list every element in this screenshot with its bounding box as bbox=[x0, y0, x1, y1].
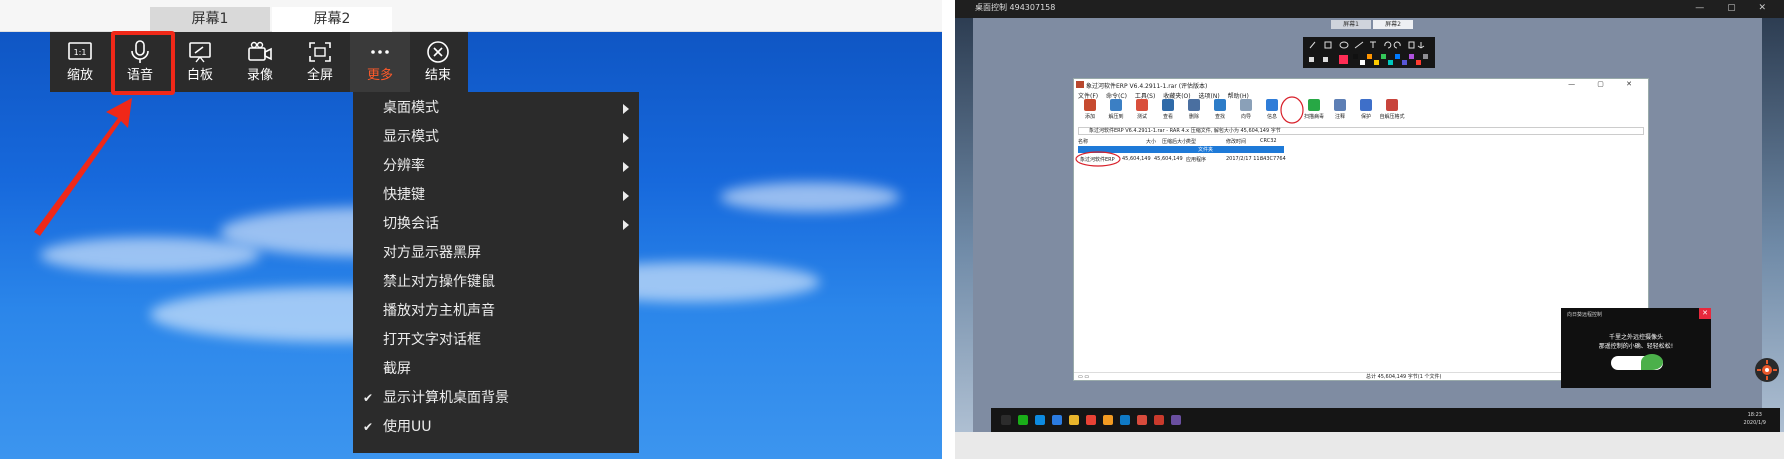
window-bottom-margin bbox=[955, 432, 1784, 459]
menu-item-play-remote-sound[interactable]: 播放对方主机声音 bbox=[353, 297, 639, 326]
taskbar-app-icon[interactable] bbox=[1171, 415, 1181, 425]
window-title: 桌面控制 494307158 bbox=[975, 3, 1056, 12]
submenu-arrow-icon bbox=[623, 133, 629, 143]
taskbar-app-icon[interactable] bbox=[1154, 415, 1164, 425]
more-dots-icon bbox=[371, 50, 389, 54]
record-button[interactable]: 录像 bbox=[230, 32, 290, 92]
menu-item-display-mode[interactable]: 显示模式 bbox=[353, 123, 639, 152]
menu-item-resolution[interactable]: 分辨率 bbox=[353, 152, 639, 181]
remote-session-area: 屏幕1 屏幕2 象过河软件ERP V6.4.2911-1.rar (评估版本) … bbox=[955, 18, 1784, 432]
menu-item-text-chat[interactable]: 打开文字对话框 bbox=[353, 326, 639, 355]
zoom-label: 缩放 bbox=[66, 68, 93, 83]
whiteboard-label: 白板 bbox=[186, 68, 213, 83]
end-session-label: 结束 bbox=[424, 68, 451, 83]
zoom-1to1-icon: 1:1 bbox=[68, 42, 92, 60]
color-swatch[interactable] bbox=[1353, 54, 1358, 59]
taskbar-app-icon[interactable] bbox=[1086, 415, 1096, 425]
pen-size-swatch[interactable] bbox=[1309, 57, 1314, 62]
zoom-button[interactable]: 1:1 缩放 bbox=[50, 32, 110, 92]
window-titlebar: 桌面控制 494307158 — ▢ ✕ bbox=[955, 0, 1784, 18]
color-swatch[interactable] bbox=[1388, 60, 1393, 65]
whiteboard-button[interactable]: 白板 bbox=[170, 32, 230, 92]
promo-notification[interactable]: 向日葵远程控制 ✕ 千里之外远控摄像头 那遥控制的小确、轻轻松松! bbox=[1561, 308, 1711, 388]
voice-button-highlight bbox=[111, 31, 175, 95]
sunflower-settings-icon[interactable] bbox=[1755, 358, 1779, 382]
more-label: 更多 bbox=[366, 68, 393, 83]
menu-item-screenshot[interactable]: 截屏 bbox=[353, 355, 639, 384]
color-swatch[interactable] bbox=[1395, 54, 1400, 59]
color-swatch[interactable] bbox=[1381, 54, 1386, 59]
remote-control-window-left: 屏幕1 屏幕2 1:1 缩放 语音 白板 录像 全屏 更多 结束 桌面模式 显示… bbox=[0, 0, 942, 459]
tab-screen-2[interactable]: 屏幕2 bbox=[272, 7, 392, 32]
menu-item-switch-session[interactable]: 切换会话 bbox=[353, 210, 639, 239]
more-menu: 桌面模式 显示模式 分辨率 快捷键 切换会话 对方显示器黑屏 禁止对方操作键鼠 … bbox=[353, 92, 639, 453]
close-icon[interactable]: ✕ bbox=[1699, 308, 1711, 319]
whiteboard-icon bbox=[189, 42, 211, 63]
submenu-arrow-icon bbox=[623, 162, 629, 172]
taskbar-app-icon[interactable] bbox=[1120, 415, 1130, 425]
remote-desktop-view[interactable]: 屏幕1 屏幕2 象过河软件ERP V6.4.2911-1.rar (评估版本) … bbox=[973, 18, 1780, 432]
pen-size-swatch[interactable] bbox=[1323, 57, 1328, 62]
tab-screen-2[interactable]: 屏幕2 bbox=[1373, 20, 1413, 29]
annotation-toolbar bbox=[1303, 37, 1435, 68]
notification-line-2: 那遥控制的小确、轻轻松松! bbox=[1598, 343, 1674, 350]
remote-taskbar: 18:23 2020/1/9 bbox=[991, 408, 1780, 432]
menu-item-desktop-mode[interactable]: 桌面模式 bbox=[353, 94, 639, 123]
fullscreen-button[interactable]: 全屏 bbox=[290, 32, 350, 92]
taskbar-app-icon[interactable] bbox=[1035, 415, 1045, 425]
close-circle-icon bbox=[427, 41, 449, 63]
color-swatch[interactable] bbox=[1416, 60, 1421, 65]
color-swatch-selected[interactable] bbox=[1339, 55, 1348, 64]
color-swatch[interactable] bbox=[1360, 60, 1365, 65]
svg-text:1:1: 1:1 bbox=[74, 48, 87, 57]
color-swatch[interactable] bbox=[1423, 54, 1428, 59]
window-controls[interactable]: — ▢ ✕ bbox=[1695, 3, 1776, 13]
taskbar-date: 2020/1/9 bbox=[1743, 420, 1766, 426]
cloud bbox=[720, 182, 900, 212]
taskbar-app-icon[interactable] bbox=[1052, 415, 1062, 425]
submenu-arrow-icon bbox=[623, 220, 629, 230]
camera-icon bbox=[248, 41, 272, 61]
screen-tab-bar: 屏幕1 屏幕2 bbox=[0, 0, 942, 32]
submenu-arrow-icon bbox=[623, 191, 629, 201]
menu-item-block-input[interactable]: 禁止对方操作键鼠 bbox=[353, 268, 639, 297]
fullscreen-icon bbox=[309, 42, 331, 62]
color-swatch[interactable] bbox=[1402, 60, 1407, 65]
record-label: 录像 bbox=[246, 68, 273, 83]
color-swatch[interactable] bbox=[1374, 60, 1379, 65]
tab-screen-1[interactable]: 屏幕1 bbox=[150, 7, 270, 32]
taskbar-app-icon[interactable] bbox=[1137, 415, 1147, 425]
notification-title: 向日葵远程控制 bbox=[1567, 312, 1603, 318]
color-swatch[interactable] bbox=[1367, 54, 1372, 59]
fullscreen-label: 全屏 bbox=[306, 68, 333, 83]
annotation-tools-icons[interactable] bbox=[1307, 40, 1431, 50]
taskbar-app-icon[interactable] bbox=[1103, 415, 1113, 425]
screenshot-root: 屏幕1 屏幕2 1:1 缩放 语音 白板 录像 全屏 更多 结束 桌面模式 显示… bbox=[0, 0, 1784, 459]
submenu-arrow-icon bbox=[623, 104, 629, 114]
remote-control-window-right: 桌面控制 494307158 — ▢ ✕ 屏幕1 屏幕2 象过河软件ERP V6… bbox=[955, 0, 1784, 459]
checkmark-icon: ✔ bbox=[363, 391, 374, 405]
end-session-button[interactable]: 结束 bbox=[408, 32, 468, 92]
menu-item-black-screen[interactable]: 对方显示器黑屏 bbox=[353, 239, 639, 268]
cloud bbox=[40, 237, 260, 273]
taskbar-app-icon[interactable] bbox=[1001, 415, 1011, 425]
taskbar-app-icon[interactable] bbox=[1018, 415, 1028, 425]
taskbar-time: 18:23 bbox=[1747, 412, 1762, 418]
notification-line-1: 千里之外远控摄像头 bbox=[1608, 334, 1663, 341]
color-swatch[interactable] bbox=[1409, 54, 1414, 59]
menu-item-shortcuts[interactable]: 快捷键 bbox=[353, 181, 639, 210]
leaf-icon bbox=[1641, 354, 1663, 370]
menu-item-use-uu[interactable]: ✔ 使用UU bbox=[353, 413, 639, 442]
taskbar-app-icon[interactable] bbox=[1069, 415, 1079, 425]
more-button[interactable]: 更多 bbox=[350, 32, 410, 92]
tab-screen-1[interactable]: 屏幕1 bbox=[1331, 20, 1371, 29]
menu-item-show-wallpaper[interactable]: ✔ 显示计算机桌面背景 bbox=[353, 384, 639, 413]
checkmark-icon: ✔ bbox=[363, 420, 374, 434]
